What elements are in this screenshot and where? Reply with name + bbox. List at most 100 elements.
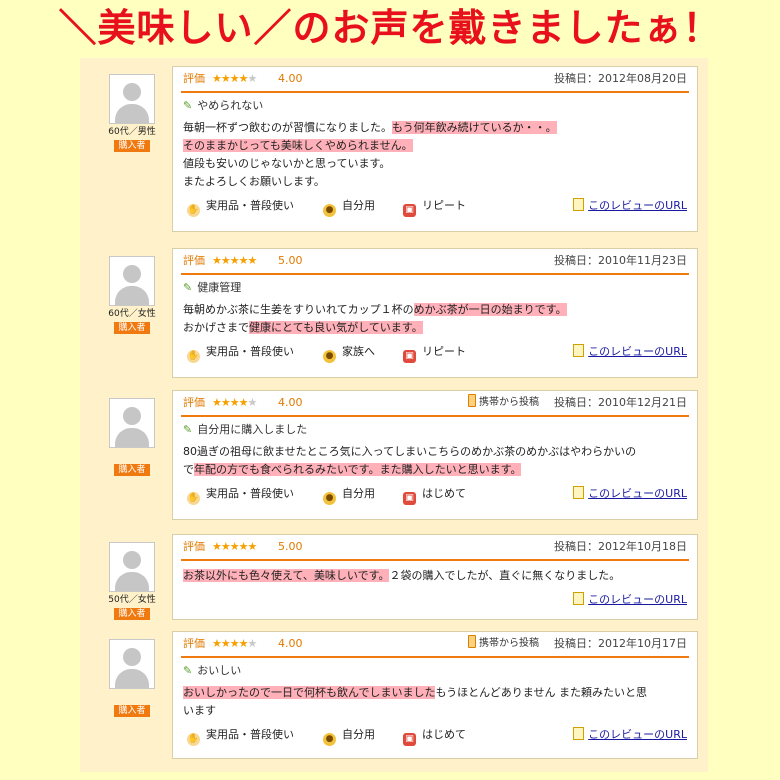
rating-label: 評価 (183, 254, 205, 267)
review-line: おかげさまで健康にとても良い気がしています。 (183, 319, 687, 337)
review-url-link[interactable]: このレビューのURL (573, 726, 687, 744)
bag-icon: ▣ (403, 350, 416, 363)
avatar-head (123, 407, 141, 425)
review-url-text: このレビューのURL (588, 593, 687, 606)
star-icon: ★ (212, 72, 222, 85)
star-icon: ★ (212, 637, 222, 650)
review-title: ✎ やめられない (183, 99, 687, 113)
review-text: おかげさまで (183, 321, 249, 334)
rating-label: 評価 (183, 72, 205, 85)
highlighted-text: おいしかったので一日で何杯も飲んでしまいました (183, 686, 436, 699)
review-tag-label: はじめて (422, 728, 466, 741)
review-card: 評価 ★★★★★ 5.00 投稿日：2012年10月18日 お茶以外にも色々使えて、美味… (172, 534, 698, 620)
review-line: またよろしくお願いします。 (183, 173, 687, 191)
review-tag: ✋ 実用品・普段使い (187, 726, 294, 746)
reviewer-demographic: 50代／女性 (108, 595, 156, 605)
avatar (109, 398, 155, 448)
rating-label: 評価 (183, 540, 205, 553)
review-tag-label: 自分用 (342, 487, 375, 500)
posted-date: 投稿日：2012年10月17日 (554, 637, 687, 650)
reviewer-demographic (102, 692, 162, 703)
mobile-phone-icon (468, 394, 476, 407)
star-icon: ★ (220, 540, 231, 553)
review-card: 評価 ★★★★★ 4.00 携帯から投稿 投稿日：2010年12月21日 ✎ 自分用に購入し… (172, 390, 698, 520)
reviewer-info: 購入者 (102, 639, 162, 717)
highlighted-text: 年配の方でも食べられるみたいです。また購入したいと思います。 (194, 463, 522, 476)
review-url-link[interactable]: このレビューのURL (573, 343, 687, 361)
avatar-body (115, 428, 149, 447)
star-icon: ★ (212, 540, 222, 553)
review-url-link[interactable]: このレビューのURL (573, 197, 687, 215)
star-icon: ★ (220, 637, 231, 650)
pencil-icon: ✎ (183, 664, 193, 677)
star-icon: ★ (229, 637, 240, 650)
review-text: で (183, 463, 194, 476)
reviewer-demographic: 60代／女性 (108, 309, 156, 319)
purchaser-badge: 購入者 (114, 322, 150, 334)
reviewer-info: 60代／女性 購入者 (102, 256, 162, 334)
pencil-icon: ✎ (183, 423, 193, 436)
review-line: 80過ぎの祖母に飲ませたところ気に入ってしまいこちらのめかぶ茶のめかぶはやわらか… (183, 443, 687, 461)
review-body: 毎朝めかぶ茶に生姜をすりいれてカップ１杯のめかぶ茶が一日の始まりです。 おかげさま… (183, 301, 687, 337)
review-title-text: やめられない (197, 99, 264, 112)
review-url-link[interactable]: このレビューのURL (573, 485, 687, 503)
review-tag: ▣ リピート (403, 197, 466, 217)
highlighted-text: そのままかじっても美味しくやめられません。 (183, 139, 413, 152)
review-text: います (183, 704, 216, 717)
review-card: 評価 ★★★★★ 5.00 投稿日：2010年11月23日 ✎ 健康管理 毎朝めかぶ茶に生姜… (172, 248, 698, 378)
review-title: ✎ 健康管理 (183, 281, 687, 295)
reviewer-info: 購入者 (102, 398, 162, 476)
review-url-text: このレビューのURL (588, 345, 687, 358)
review-url-link[interactable]: このレビューのURL (573, 591, 687, 609)
avatar (109, 542, 155, 592)
rating-stars: ★★★★★ (212, 391, 257, 415)
review-title-text: 健康管理 (197, 281, 242, 294)
review-header: 評価 ★★★★★ 4.00 携帯から投稿 投稿日：2010年12月21日 (181, 391, 689, 417)
highlighted-text: めかぶ茶が一日の始まりです。 (413, 303, 567, 316)
reviewer-info: 60代／男性 購入者 (102, 74, 162, 152)
avatar-head (123, 83, 141, 101)
star-icon: ★ (212, 396, 222, 409)
review-text: またよろしくお願いします。 (183, 175, 325, 188)
review-header: 評価 ★★★★★ 5.00 投稿日：2010年11月23日 (181, 249, 689, 275)
review-title-text: おいしい (197, 664, 242, 677)
review-text: 80過ぎの祖母に飲ませたところ気に入ってしまいこちらのめかぶ茶のめかぶはやわらか… (183, 445, 637, 458)
rating-score: 5.00 (278, 540, 303, 553)
review-tag-label: 自分用 (342, 728, 375, 741)
review-tag: ✋ 実用品・普段使い (187, 343, 294, 363)
review-url-text: このレビューのURL (588, 199, 687, 212)
review-body: 80過ぎの祖母に飲ませたところ気に入ってしまいこちらのめかぶ茶のめかぶはやわらか… (183, 443, 687, 479)
hand-icon: ✋ (187, 350, 200, 363)
review-text: 毎朝めかぶ茶に生姜をすりいれてカップ１杯の (183, 303, 414, 316)
review-item: 50代／女性 購入者 評価 ★★★★★ 5.00 投稿日：2012年10月18日 お茶以外に… (80, 534, 708, 620)
review-line: お茶以外にも色々使えて、美味しいです。２袋の購入でしたが、直ぐに無くなりました。 (183, 567, 687, 585)
star-icon: ★ (238, 254, 249, 267)
hand-icon: ✋ (187, 492, 200, 505)
avatar (109, 639, 155, 689)
hand-icon: ✋ (187, 733, 200, 746)
review-tags: ✋ 実用品・普段使い ● 自分用 ▣ リピート このレビューのURL (183, 197, 687, 217)
review-body: おいしかったので一日で何杯も飲んでしまいましたもうほとんどありません また頼みた… (183, 684, 687, 720)
star-icon: ★ (229, 396, 240, 409)
review-text: ２袋の購入でしたが、直ぐに無くなりました。 (389, 569, 621, 582)
star-icon: ★ (229, 72, 240, 85)
bag-icon: ▣ (403, 733, 416, 746)
pencil-icon: ✎ (183, 281, 193, 294)
document-icon (573, 727, 585, 740)
posted-date: 投稿日：2010年12月21日 (554, 396, 687, 409)
avatar-body (115, 286, 149, 305)
rating-score: 4.00 (278, 72, 303, 85)
review-tag: ✋ 実用品・普段使い (187, 485, 294, 505)
review-line: 毎朝めかぶ茶に生姜をすりいれてカップ１杯のめかぶ茶が一日の始まりです。 (183, 301, 687, 319)
star-icon: ★ (238, 637, 249, 650)
review-tag-label: リピート (422, 199, 466, 212)
purchaser-badge: 購入者 (114, 705, 150, 717)
review-header: 評価 ★★★★★ 4.00 投稿日：2012年08月20日 (181, 67, 689, 93)
review-tag-label: 自分用 (342, 199, 375, 212)
review-line: 値段も安いのじゃないかと思っています。 (183, 155, 687, 173)
posted-date: 投稿日：2012年08月20日 (554, 72, 687, 85)
star-icon: ★ (238, 396, 249, 409)
document-icon (573, 486, 585, 499)
review-tags: ✋ 実用品・普段使い ● 自分用 ▣ はじめて このレビューのURL (183, 485, 687, 505)
purchaser-badge: 購入者 (114, 464, 150, 476)
